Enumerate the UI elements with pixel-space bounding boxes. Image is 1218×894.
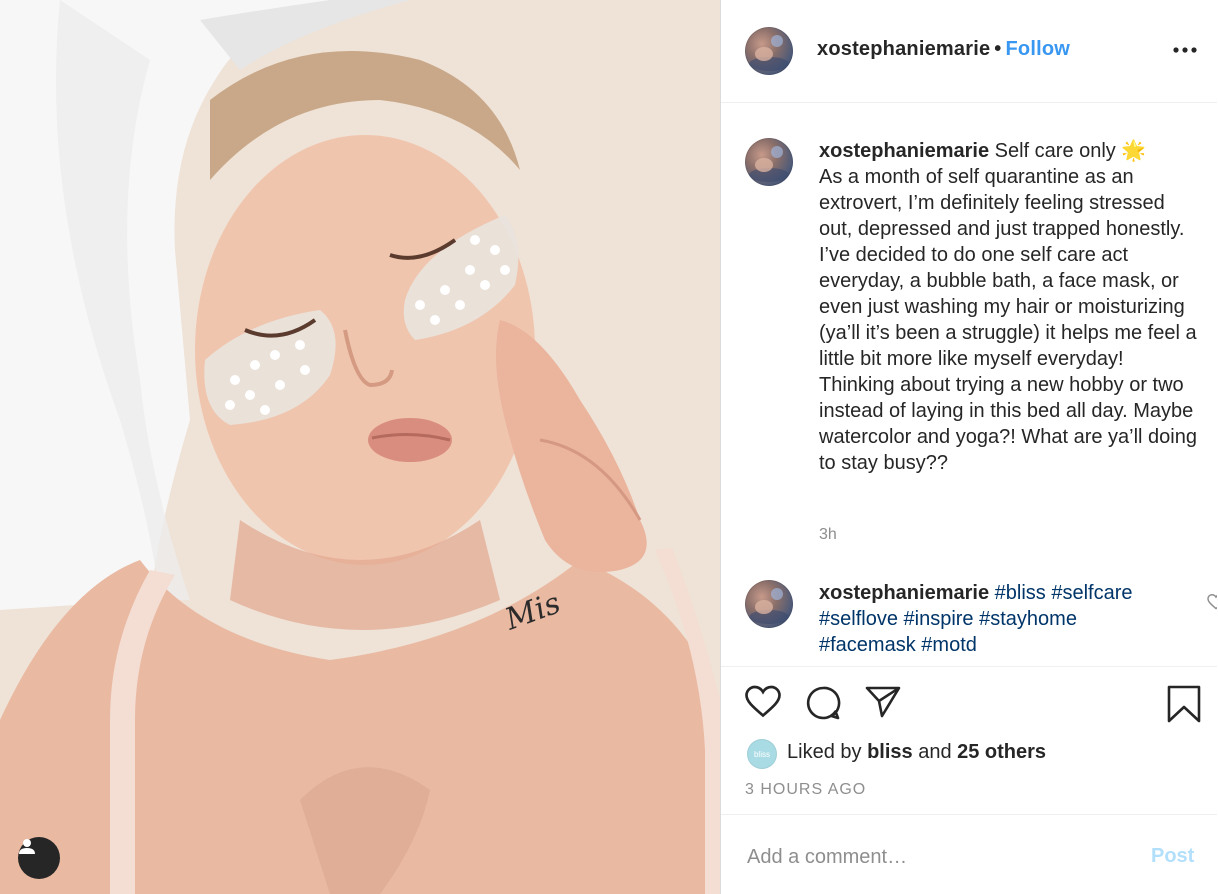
save-button[interactable]: [1167, 685, 1201, 728]
hashtag-link[interactable]: #bliss: [995, 582, 1046, 604]
bookmark-icon: [1167, 685, 1201, 727]
liked-by-text: Liked by bliss and 25 others: [787, 741, 1046, 764]
liked-by-avatar-label: bliss: [753, 749, 770, 759]
like-button[interactable]: [745, 685, 781, 724]
tagged-users-button[interactable]: [18, 837, 60, 879]
heart-icon: [745, 685, 781, 723]
author-avatar[interactable]: [745, 27, 793, 75]
post-actions: bliss Liked by bliss and 25 others 3 HOU…: [721, 666, 1217, 814]
photo-illustration: Mis: [0, 0, 720, 894]
caption-text: xostephaniemarie Self care only 🌟 As a m…: [819, 138, 1203, 476]
liked-by-avatar[interactable]: bliss: [747, 739, 777, 769]
post-header: xostephaniemarie • Follow: [721, 0, 1217, 103]
comments-list[interactable]: xostephaniemarie Self care only 🌟 As a m…: [721, 104, 1217, 666]
post-sidebar: xostephaniemarie•Follow xostephaniemar: [720, 0, 1218, 894]
hashtag-link[interactable]: #selflove: [819, 608, 898, 630]
caption-body: Self care only 🌟 As a month of self quar…: [819, 140, 1197, 474]
hashtag-comment: xostephaniemarie #bliss #selfcare #selfl…: [745, 580, 1217, 666]
share-icon: [865, 686, 901, 723]
hashtag-link[interactable]: #facemask: [819, 634, 916, 656]
caption-comment: xostephaniemarie Self care only 🌟 As a m…: [745, 138, 1205, 578]
add-comment-bar: Post: [721, 814, 1217, 894]
hashtag-link[interactable]: #motd: [921, 634, 977, 656]
post-photo[interactable]: Mis: [0, 0, 720, 894]
likes-others-link[interactable]: 25 others: [957, 741, 1046, 763]
post-comment-button[interactable]: Post: [1151, 845, 1194, 868]
follow-button[interactable]: Follow: [1005, 38, 1070, 60]
hashtag-link[interactable]: #inspire: [904, 608, 974, 630]
caption-username[interactable]: xostephaniemarie: [819, 140, 989, 162]
author-username[interactable]: xostephaniemarie: [817, 38, 990, 60]
liked-by-user[interactable]: bliss: [867, 741, 913, 763]
comment-button[interactable]: [805, 685, 841, 726]
comment-icon: [805, 686, 841, 725]
heart-icon: [1207, 593, 1217, 614]
hashtag-comment-text: xostephaniemarie #bliss #selfcare #selfl…: [819, 580, 1179, 658]
share-button[interactable]: [865, 685, 901, 724]
separator-dot: •: [994, 38, 1002, 60]
comment-like-button[interactable]: [1207, 593, 1217, 615]
author-header-line: xostephaniemarie • Follow: [817, 38, 1070, 61]
comment-input[interactable]: [745, 841, 1129, 873]
post-timestamp[interactable]: 3 HOURS AGO: [745, 781, 866, 799]
hashtag-link[interactable]: #selfcare: [1051, 582, 1132, 604]
more-options-button[interactable]: [1171, 38, 1199, 62]
liked-by-and: and: [912, 741, 958, 763]
caption-author-avatar[interactable]: [745, 138, 793, 186]
liked-by-prefix: Liked by: [787, 741, 868, 763]
caption-time[interactable]: 3h: [819, 526, 837, 544]
hashtag-link[interactable]: #stayhome: [979, 608, 1077, 630]
comment-author-avatar[interactable]: [745, 580, 793, 628]
post-dialog: Mis xostephaniemarie • Follow xostephani…: [0, 0, 1218, 894]
more-horizontal-icon: [1171, 47, 1199, 66]
comment-username[interactable]: xostephaniemarie: [819, 582, 989, 604]
